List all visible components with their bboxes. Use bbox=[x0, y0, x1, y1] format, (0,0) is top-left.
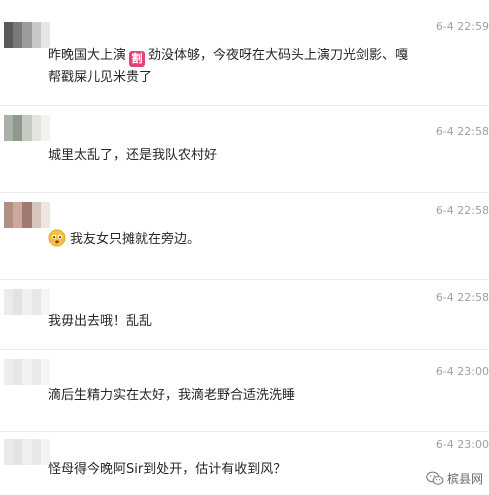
avatar[interactable] bbox=[4, 439, 50, 465]
comment-text: 我毋出去哦！乱乱 bbox=[48, 314, 153, 329]
comment-item: 6-4 22:58 我友女只摊就在旁边。 bbox=[0, 192, 489, 279]
avatar[interactable] bbox=[4, 202, 50, 228]
comment-text: 怪母得今晚阿Sir到处开，估计有收到风？ bbox=[48, 462, 287, 477]
divider bbox=[0, 279, 489, 280]
avatar-pixel bbox=[40, 202, 50, 228]
watermark-label: 槟县网 bbox=[446, 472, 483, 486]
avatar-pixel bbox=[13, 22, 23, 48]
avatar-pixel bbox=[22, 115, 32, 141]
avatar-pixel bbox=[22, 439, 32, 465]
comment-text: 我友女只摊就在旁边。 bbox=[48, 229, 458, 251]
avatar[interactable] bbox=[4, 359, 50, 385]
avatar-pixel bbox=[13, 289, 23, 315]
avatar[interactable] bbox=[4, 115, 50, 141]
avatar-pixel bbox=[31, 22, 41, 48]
avatar-pixel bbox=[40, 359, 50, 385]
comment-text-part: 劲没体够，今夜呀在大码头上演刀光剑影、嘎 bbox=[148, 48, 409, 63]
divider bbox=[0, 431, 489, 432]
comment-timestamp: 6-4 23:00 bbox=[435, 438, 489, 451]
comment-timestamp: 6-4 22:58 bbox=[435, 204, 489, 217]
avatar-pixel bbox=[13, 439, 23, 465]
worried-face-icon bbox=[48, 229, 66, 247]
avatar-pixel bbox=[31, 202, 41, 228]
avatar-pixel bbox=[22, 359, 32, 385]
avatar-pixel bbox=[31, 115, 41, 141]
avatar[interactable] bbox=[4, 22, 50, 48]
comment-text: 城里太乱了，还是我队农村好 bbox=[48, 148, 218, 163]
avatar-pixel bbox=[4, 202, 14, 228]
avatar-pixel bbox=[13, 202, 23, 228]
avatar-pixel bbox=[22, 22, 32, 48]
avatar-pixel bbox=[4, 22, 14, 48]
avatar-pixel bbox=[13, 115, 23, 141]
comment-text-line: 帮戳屎儿见米贵了 bbox=[48, 70, 153, 85]
badge-icon: 割 bbox=[129, 51, 146, 67]
avatar-pixel bbox=[31, 289, 41, 315]
divider bbox=[0, 105, 489, 106]
comment-text-part: 我友女只摊就在旁边。 bbox=[70, 232, 201, 247]
comment-text: 昨晚国大上演割劲没体够，今夜呀在大码头上演刀光剑影、嘎 帮戳屎儿见米贵了 bbox=[48, 45, 458, 89]
avatar-pixel bbox=[4, 439, 14, 465]
avatar-pixel bbox=[22, 289, 32, 315]
avatar-pixel bbox=[4, 115, 14, 141]
comment-feed: 6-4 22:59 昨晚国大上演割劲没体够，今夜呀在大码头上演刀光剑影、嘎 帮戳… bbox=[0, 0, 489, 495]
comment-item: 6-4 22:58 城里太乱了，还是我队农村好 bbox=[0, 105, 489, 192]
comment-item: 6-4 23:00 怪母得今晚阿Sir到处开，估计有收到风？ bbox=[0, 431, 489, 495]
comment-text: 滴后生精力实在太好，我滴老野合适洗洗睡 bbox=[48, 388, 296, 403]
avatar-pixel bbox=[40, 115, 50, 141]
comment-item: 6-4 22:59 昨晚国大上演割劲没体够，今夜呀在大码头上演刀光剑影、嘎 帮戳… bbox=[0, 0, 489, 105]
avatar-pixel bbox=[31, 439, 41, 465]
avatar-pixel bbox=[31, 359, 41, 385]
avatar[interactable] bbox=[4, 289, 50, 315]
divider bbox=[0, 349, 489, 350]
watermark: 槟县网 bbox=[425, 470, 483, 487]
avatar-pixel bbox=[22, 202, 32, 228]
comment-item: 6-4 23:00 滴后生精力实在太好，我滴老野合适洗洗睡 bbox=[0, 349, 489, 431]
comment-timestamp: 6-4 22:58 bbox=[435, 291, 489, 304]
avatar-pixel bbox=[13, 359, 23, 385]
avatar-pixel bbox=[4, 289, 14, 315]
avatar-pixel bbox=[4, 359, 14, 385]
wechat-icon bbox=[426, 471, 444, 485]
comment-timestamp: 6-4 23:00 bbox=[435, 365, 489, 378]
divider bbox=[0, 192, 489, 193]
comment-text-part: 昨晚国大上演 bbox=[48, 48, 127, 63]
comment-timestamp: 6-4 22:58 bbox=[435, 125, 489, 138]
comment-timestamp: 6-4 22:59 bbox=[435, 20, 489, 33]
